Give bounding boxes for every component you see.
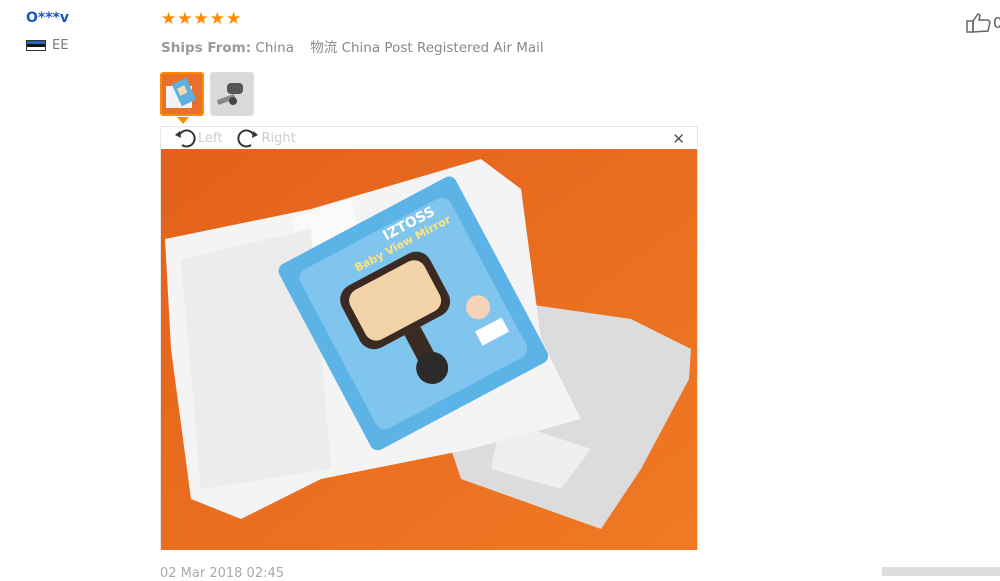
- close-icon[interactable]: ✕: [672, 130, 685, 148]
- logistics-value: China Post Registered Air Mail: [341, 40, 544, 56]
- rotate-left-label: Left: [198, 130, 223, 146]
- estonia-flag-icon: [26, 40, 46, 51]
- next-section-edge: [882, 567, 1000, 576]
- star-icon: ★: [193, 9, 209, 29]
- logistics-label: 物流: [310, 40, 338, 56]
- review-thumbnails: [160, 72, 254, 116]
- rotate-right-icon: [237, 129, 259, 148]
- shipping-info: Ships From: China 物流 China Post Register…: [161, 36, 544, 56]
- like-count: 0: [993, 14, 1000, 32]
- image-viewer: Left Right ✕ IZTOSS Baby View Mirror: [160, 126, 698, 550]
- review-photo: IZTOSS Baby View Mirror: [161, 149, 697, 550]
- star-icon: ★: [161, 9, 177, 29]
- ships-from-value: China: [255, 40, 294, 56]
- review-date: 02 Mar 2018 02:45: [160, 566, 285, 581]
- ships-from-label: Ships From:: [161, 40, 252, 56]
- star-icon: ★: [226, 9, 242, 29]
- review-thumbnail-2[interactable]: [210, 72, 254, 116]
- rotate-left-icon: [175, 129, 196, 148]
- rating-stars: ★ ★ ★ ★ ★: [161, 9, 241, 29]
- country-code: EE: [52, 38, 69, 53]
- rotate-right-button[interactable]: Right: [236, 127, 296, 149]
- reviewer-name[interactable]: O***v: [26, 10, 69, 26]
- thumbs-up-icon: [966, 13, 991, 33]
- active-thumbnail-indicator: [177, 117, 189, 124]
- star-icon: ★: [177, 9, 193, 29]
- review-thumbnail-1[interactable]: [160, 72, 204, 116]
- reviewer-country: EE: [26, 38, 68, 53]
- rotate-right-label: Right: [261, 130, 296, 146]
- star-icon: ★: [209, 9, 225, 29]
- viewer-toolbar: Left Right ✕: [161, 127, 697, 149]
- rotate-left-button[interactable]: Left: [173, 127, 222, 149]
- helpful-button[interactable]: 0: [966, 12, 1000, 34]
